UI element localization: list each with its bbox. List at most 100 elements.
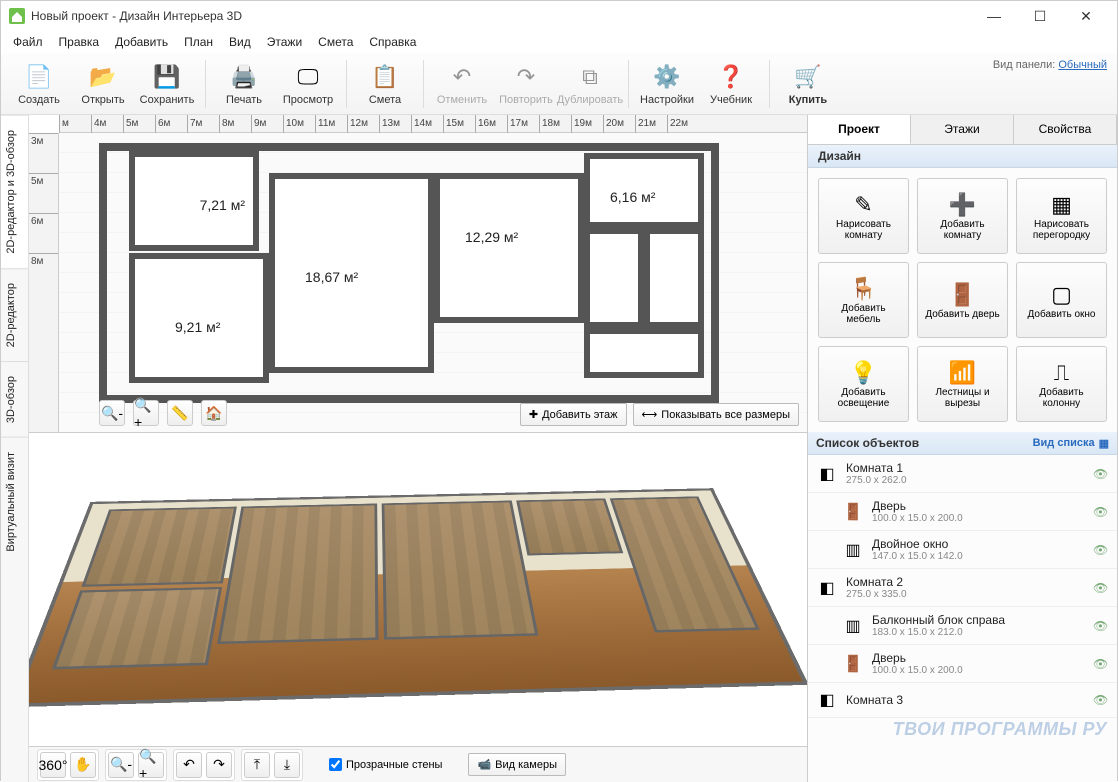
create-button[interactable]: 📄Создать <box>7 56 71 112</box>
window-title: Новый проект - Дизайн Интерьера 3D <box>31 9 971 23</box>
object-list-item[interactable]: ◧Комната 2275.0 x 335.0👁 <box>808 569 1117 607</box>
object-list-item[interactable]: ▥Двойное окно147.0 x 15.0 x 142.0👁 <box>808 531 1117 569</box>
tilt-back-button[interactable]: ⤒ <box>244 752 270 778</box>
menu-plan[interactable]: План <box>176 33 221 51</box>
object-dimensions: 275.0 x 335.0 <box>846 589 1085 600</box>
buy-button[interactable]: 🛒Купить <box>776 56 840 112</box>
object-list-item[interactable]: 🚪Дверь100.0 x 15.0 x 200.0👁 <box>808 645 1117 683</box>
undo-button[interactable]: ↶Отменить <box>430 56 494 112</box>
object-name: Комната 3 <box>846 693 1085 707</box>
menubar: Файл Правка Добавить План Вид Этажи Смет… <box>1 31 1117 53</box>
card-label: Добавить дверь <box>925 309 999 320</box>
design-section-header: Дизайн <box>808 145 1117 168</box>
monitor-icon: 🖵 <box>293 62 323 92</box>
tab-3d-view[interactable]: 3D-обзор <box>1 361 28 437</box>
add-floor-button[interactable]: ✚Добавить этаж <box>520 403 627 426</box>
maximize-button[interactable]: ☐ <box>1017 1 1063 31</box>
zoom-out-3d-button[interactable]: 🔍- <box>108 752 134 778</box>
card-icon: 💡 <box>850 359 877 387</box>
bottom-toolbar-3d: 360° ✋ 🔍- 🔍+ ↶ ↷ ⤒ ⤓ Прозрачные стены 📹В… <box>29 746 807 782</box>
tab-virtual-visit[interactable]: Виртуальный визит <box>1 437 28 566</box>
visibility-eye-icon[interactable]: 👁 <box>1093 543 1109 557</box>
design-card-6[interactable]: 💡Добавить освещение <box>818 346 909 422</box>
design-card-7[interactable]: 📶Лестницы и вырезы <box>917 346 1008 422</box>
tab-properties[interactable]: Свойства <box>1014 115 1117 144</box>
printer-icon: 🖨️ <box>229 62 259 92</box>
menu-file[interactable]: Файл <box>5 33 51 51</box>
zoom-in-button[interactable]: 🔍+ <box>133 400 159 426</box>
object-list-item[interactable]: ◧Комната 3👁 <box>808 683 1117 718</box>
visibility-eye-icon[interactable]: 👁 <box>1093 467 1109 481</box>
object-dimensions: 147.0 x 15.0 x 142.0 <box>872 551 1085 562</box>
titlebar: Новый проект - Дизайн Интерьера 3D — ☐ ✕ <box>1 1 1117 31</box>
tab-2d-editor[interactable]: 2D-редактор <box>1 268 28 361</box>
object-name: Дверь <box>872 651 1085 665</box>
menu-floors[interactable]: Этажи <box>259 33 310 51</box>
visibility-eye-icon[interactable]: 👁 <box>1093 505 1109 519</box>
card-icon: 🚪 <box>949 281 976 309</box>
panel-mode-link[interactable]: Обычный <box>1058 59 1107 71</box>
tilt-forward-button[interactable]: ⤓ <box>274 752 300 778</box>
room-area-label: 7,21 м² <box>200 197 245 213</box>
clipboard-icon: 📋 <box>370 62 400 92</box>
menu-estimate[interactable]: Смета <box>310 33 361 51</box>
objects-list: ◧Комната 1275.0 x 262.0👁🚪Дверь100.0 x 15… <box>808 455 1117 782</box>
tab-floors[interactable]: Этажи <box>911 115 1014 144</box>
design-card-8[interactable]: ⎍Добавить колонну <box>1016 346 1107 422</box>
open-button[interactable]: 📂Открыть <box>71 56 135 112</box>
print-button[interactable]: 🖨️Печать <box>212 56 276 112</box>
transparent-walls-checkbox[interactable]: Прозрачные стены <box>329 758 442 771</box>
design-card-3[interactable]: 🪑Добавить мебель <box>818 262 909 338</box>
card-label: Добавить мебель <box>823 303 904 325</box>
settings-button[interactable]: ⚙️Настройки <box>635 56 699 112</box>
view-list-link[interactable]: Вид списка ▦ <box>1033 437 1109 450</box>
duplicate-button[interactable]: ⧉Дублировать <box>558 56 622 112</box>
tab-project[interactable]: Проект <box>808 115 911 144</box>
rotate-right-button[interactable]: ↷ <box>206 752 232 778</box>
visibility-eye-icon[interactable]: 👁 <box>1093 693 1109 707</box>
card-icon: ⎍ <box>1054 359 1069 387</box>
zoom-out-button[interactable]: 🔍- <box>99 400 125 426</box>
card-label: Добавить комнату <box>922 219 1003 241</box>
design-card-1[interactable]: ➕Добавить комнату <box>917 178 1008 254</box>
menu-edit[interactable]: Правка <box>51 33 108 51</box>
tutorial-button[interactable]: ❓Учебник <box>699 56 763 112</box>
camera-view-button[interactable]: 📹Вид камеры <box>468 753 566 776</box>
close-button[interactable]: ✕ <box>1063 1 1109 31</box>
menu-view[interactable]: Вид <box>221 33 259 51</box>
home-button[interactable]: 🏠 <box>201 400 227 426</box>
design-card-2[interactable]: ▦Нарисовать перегородку <box>1016 178 1107 254</box>
object-list-item[interactable]: ◧Комната 1275.0 x 262.0👁 <box>808 455 1117 493</box>
folder-open-icon: 📂 <box>88 62 118 92</box>
right-panel: Проект Этажи Свойства Дизайн ✎Нарисовать… <box>807 115 1117 782</box>
plan-canvas-2d[interactable]: 7,21 м² 9,21 м² 18,67 м² 12,29 м² 6,16 м… <box>59 133 807 432</box>
preview-button[interactable]: 🖵Просмотр <box>276 56 340 112</box>
tab-2d-3d[interactable]: 2D-редактор и 3D-обзор <box>1 115 28 268</box>
design-card-4[interactable]: 🚪Добавить дверь <box>917 262 1008 338</box>
measure-button[interactable]: 📏 <box>167 400 193 426</box>
duplicate-icon: ⧉ <box>575 62 605 92</box>
visibility-eye-icon[interactable]: 👁 <box>1093 619 1109 633</box>
visibility-eye-icon[interactable]: 👁 <box>1093 657 1109 671</box>
object-list-item[interactable]: ▥Балконный блок справа183.0 x 15.0 x 212… <box>808 607 1117 645</box>
menu-help[interactable]: Справка <box>361 33 424 51</box>
card-icon: ✎ <box>854 191 872 219</box>
save-button[interactable]: 💾Сохранить <box>135 56 199 112</box>
object-list-item[interactable]: 🚪Дверь100.0 x 15.0 x 200.0👁 <box>808 493 1117 531</box>
design-card-0[interactable]: ✎Нарисовать комнату <box>818 178 909 254</box>
save-icon: 💾 <box>152 62 182 92</box>
rotate-left-button[interactable]: ↶ <box>176 752 202 778</box>
minimize-button[interactable]: — <box>971 1 1017 31</box>
show-dimensions-button[interactable]: ⟷Показывать все размеры <box>633 403 799 426</box>
design-card-5[interactable]: ▢Добавить окно <box>1016 262 1107 338</box>
menu-add[interactable]: Добавить <box>107 33 176 51</box>
object-dimensions: 275.0 x 262.0 <box>846 475 1085 486</box>
view-3d-canvas[interactable] <box>29 433 807 746</box>
pan-button[interactable]: ✋ <box>70 752 96 778</box>
redo-icon: ↷ <box>511 62 541 92</box>
redo-button[interactable]: ↷Повторить <box>494 56 558 112</box>
zoom-in-3d-button[interactable]: 🔍+ <box>138 752 164 778</box>
rotate-360-button[interactable]: 360° <box>40 752 66 778</box>
estimate-button[interactable]: 📋Смета <box>353 56 417 112</box>
visibility-eye-icon[interactable]: 👁 <box>1093 581 1109 595</box>
